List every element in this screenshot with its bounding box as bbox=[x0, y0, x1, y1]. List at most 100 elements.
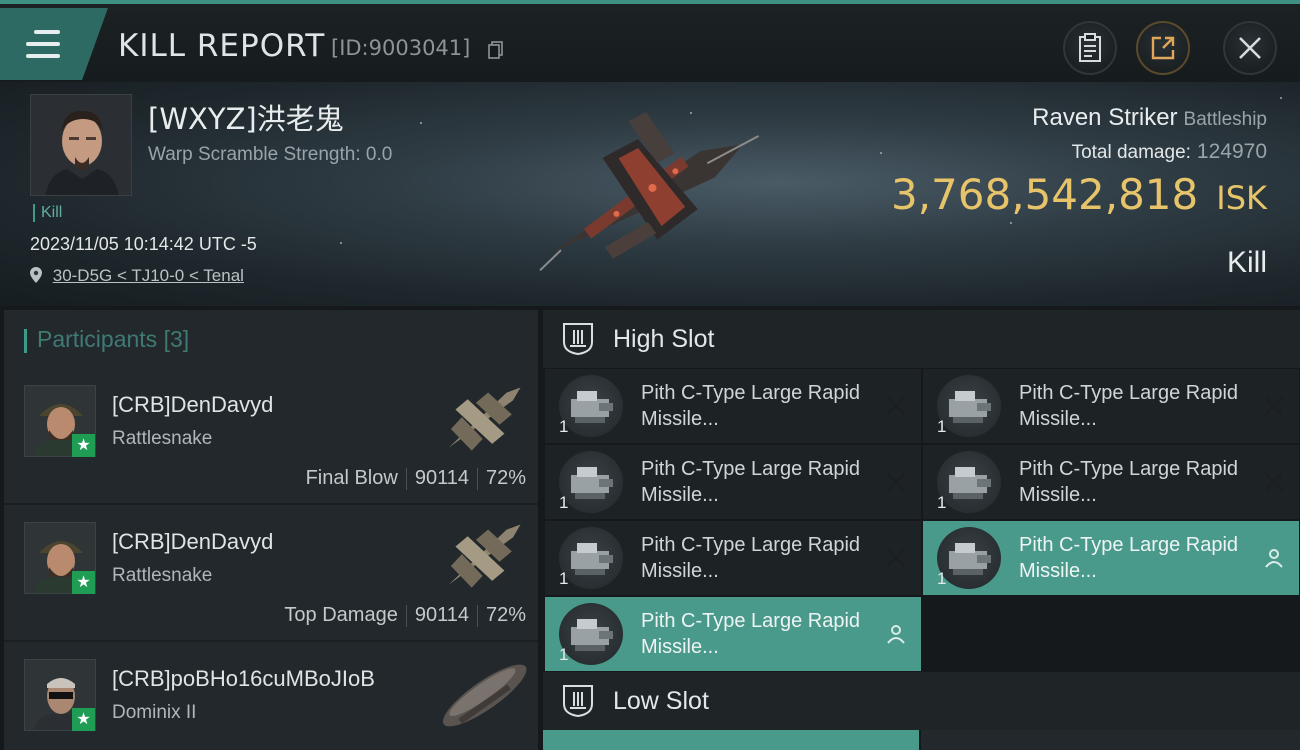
victim-portrait[interactable] bbox=[30, 94, 132, 196]
missile-launcher-icon bbox=[559, 527, 623, 589]
title-bar: KILL REPORT [ID:9003041] bbox=[0, 0, 1300, 82]
low-slot-module-partial[interactable] bbox=[543, 730, 919, 750]
participants-label: Participants bbox=[37, 326, 158, 352]
share-button[interactable] bbox=[1136, 21, 1190, 75]
kill-summary-banner: [WXYZ]洪老鬼 Warp Scramble Strength: 0.0 Ki… bbox=[0, 82, 1300, 306]
missile-launcher-icon bbox=[937, 451, 1001, 513]
kill-tag: Kill bbox=[33, 204, 62, 222]
participant-percent: 72% bbox=[485, 467, 526, 489]
fittings-panel: High Slot 1 Pith C-Type Large Rapid Miss… bbox=[543, 310, 1300, 750]
participants-header: Participants [3] bbox=[4, 310, 538, 368]
victim-ship-image[interactable] bbox=[516, 112, 776, 282]
module-item[interactable]: 1 Pith C-Type Large Rapid Missile... bbox=[545, 597, 921, 671]
participant-stats: Final Blow 90114 72% bbox=[306, 467, 526, 490]
participant-name[interactable]: [CRB]DenDavyd bbox=[112, 392, 273, 418]
participant-row[interactable]: ★ [CRB]DenDavyd Rattlesnake Top Damage 90… bbox=[4, 505, 538, 642]
low-slot-module-partial[interactable] bbox=[921, 730, 1300, 750]
destroyed-x-icon bbox=[887, 549, 905, 567]
star-badge-icon: ★ bbox=[72, 708, 95, 731]
missile-launcher-icon bbox=[937, 527, 1001, 589]
close-button[interactable] bbox=[1223, 21, 1277, 75]
participants-panel: Participants [3] ★ [CRB]DenDavyd Rattles… bbox=[4, 310, 538, 750]
high-slot-header: High Slot bbox=[543, 310, 1300, 368]
module-item[interactable]: 1 Pith C-Type Large Rapid Missile... bbox=[545, 521, 921, 595]
copy-icon[interactable] bbox=[488, 41, 504, 59]
participants-count: [3] bbox=[163, 326, 190, 352]
module-name: Pith C-Type Large Rapid Missile... bbox=[1019, 382, 1239, 430]
ship-name-line: Raven Striker Battleship bbox=[1032, 104, 1267, 132]
participant-stats: Top Damage 90114 72% bbox=[284, 604, 526, 627]
module-name: Pith C-Type Large Rapid Missile... bbox=[641, 534, 861, 582]
isk-value-line: 3,768,542,818 ISK bbox=[891, 170, 1267, 219]
report-id: [ID:9003041] bbox=[331, 36, 471, 60]
participant-row[interactable]: ★ [CRB]poBHo16cuMBoJIoB Dominix II bbox=[4, 642, 538, 750]
participant-ship-image bbox=[448, 387, 521, 451]
participant-ship-image bbox=[442, 664, 527, 727]
ship-name[interactable]: Raven Striker bbox=[1032, 104, 1177, 131]
module-name: Pith C-Type Large Rapid Missile... bbox=[641, 458, 861, 506]
isk-unit: ISK bbox=[1216, 179, 1267, 217]
participant-ship: Rattlesnake bbox=[112, 565, 213, 586]
participant-name[interactable]: [CRB]poBHo16cuMBoJIoB bbox=[112, 666, 375, 692]
module-quantity: 1 bbox=[937, 417, 947, 436]
missile-launcher-icon bbox=[559, 451, 623, 513]
result-label: Kill bbox=[1226, 246, 1267, 279]
destroyed-x-icon bbox=[887, 473, 905, 491]
share-icon bbox=[1151, 36, 1175, 60]
participant-role: Final Blow bbox=[305, 467, 398, 489]
low-slot-icon bbox=[563, 685, 593, 718]
dropped-person-icon bbox=[887, 625, 905, 644]
clipboard-icon bbox=[1079, 33, 1101, 62]
star-badge-icon: ★ bbox=[72, 571, 95, 594]
low-slot-header: Low Slot bbox=[543, 672, 1300, 730]
location: 30-D5G < TJ10-0 < Tenal bbox=[30, 266, 244, 286]
module-item[interactable]: 1 Pith C-Type Large Rapid Missile... bbox=[923, 521, 1299, 595]
module-name: Pith C-Type Large Rapid Missile... bbox=[1019, 458, 1239, 506]
dropped-person-icon bbox=[1265, 549, 1283, 568]
missile-launcher-icon bbox=[937, 375, 1001, 437]
menu-icon bbox=[26, 30, 60, 58]
total-damage-label: Total damage: bbox=[1071, 142, 1191, 163]
participant-ship-image bbox=[448, 524, 521, 588]
participant-row[interactable]: ★ [CRB]DenDavyd Rattlesnake Final Blow 90… bbox=[4, 368, 538, 505]
participant-damage: 90114 bbox=[414, 604, 469, 626]
victim-name[interactable]: [WXYZ]洪老鬼 bbox=[148, 96, 344, 138]
participant-damage: 90114 bbox=[414, 467, 469, 489]
star-badge-icon: ★ bbox=[72, 434, 95, 457]
total-damage-line: Total damage: 124970 bbox=[1072, 140, 1267, 164]
module-item[interactable]: 1 Pith C-Type Large Rapid Missile... bbox=[545, 369, 921, 443]
participant-name[interactable]: [CRB]DenDavyd bbox=[112, 529, 273, 555]
participant-ship: Dominix II bbox=[112, 702, 197, 723]
module-item[interactable]: 1 Pith C-Type Large Rapid Missile... bbox=[923, 445, 1299, 519]
low-slot-title: Low Slot bbox=[613, 687, 709, 715]
module-quantity: 1 bbox=[559, 645, 569, 664]
missile-launcher-icon bbox=[559, 603, 623, 665]
module-quantity: 1 bbox=[559, 493, 569, 512]
module-quantity: 1 bbox=[937, 569, 947, 588]
module-item[interactable]: 1 Pith C-Type Large Rapid Missile... bbox=[545, 445, 921, 519]
destroyed-x-icon bbox=[1265, 473, 1283, 491]
module-item[interactable]: 1 Pith C-Type Large Rapid Missile... bbox=[923, 369, 1299, 443]
module-quantity: 1 bbox=[559, 569, 569, 588]
high-slot-title: High Slot bbox=[613, 325, 715, 353]
high-slot-icon bbox=[563, 323, 593, 356]
page-title: KILL REPORT bbox=[118, 28, 326, 64]
participant-ship: Rattlesnake bbox=[112, 428, 213, 449]
ship-class: Battleship bbox=[1183, 109, 1267, 130]
participant-percent: 72% bbox=[485, 604, 526, 626]
destroyed-x-icon bbox=[887, 397, 905, 415]
location-pin-icon bbox=[30, 267, 42, 283]
module-quantity: 1 bbox=[559, 417, 569, 436]
module-name: Pith C-Type Large Rapid Missile... bbox=[641, 382, 861, 430]
location-link[interactable]: 30-D5G < TJ10-0 < Tenal bbox=[53, 266, 244, 285]
module-name: Pith C-Type Large Rapid Missile... bbox=[1019, 534, 1239, 582]
close-icon bbox=[1239, 37, 1261, 59]
clipboard-button[interactable] bbox=[1063, 21, 1117, 75]
kill-timestamp: 2023/11/05 10:14:42 UTC -5 bbox=[30, 234, 257, 254]
isk-value: 3,768,542,818 bbox=[890, 170, 1199, 219]
destroyed-x-icon bbox=[1265, 397, 1283, 415]
menu-button[interactable] bbox=[0, 8, 108, 80]
warp-scramble-strength: Warp Scramble Strength: 0.0 bbox=[148, 144, 393, 165]
module-quantity: 1 bbox=[937, 493, 947, 512]
missile-launcher-icon bbox=[559, 375, 623, 437]
